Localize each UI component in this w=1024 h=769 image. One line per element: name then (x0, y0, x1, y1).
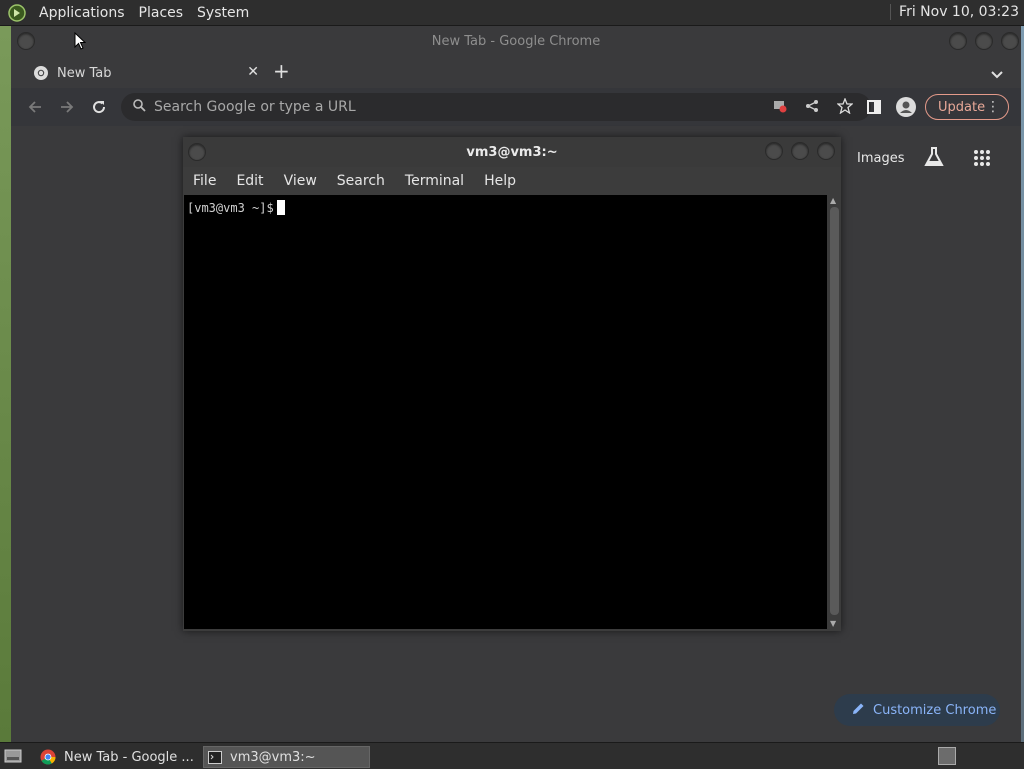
window-menu-button[interactable] (17, 32, 35, 50)
terminal-maximize-button[interactable] (791, 142, 809, 160)
distro-logo-icon[interactable] (6, 2, 28, 24)
share-icon[interactable] (805, 99, 819, 117)
text-cursor (276, 200, 285, 215)
taskbar-item-label: New Tab - Google ... (64, 749, 194, 765)
back-arrow-icon[interactable] (25, 97, 45, 117)
show-desktop-icon[interactable] (4, 748, 22, 764)
tab-label: New Tab (57, 65, 112, 81)
blocked-popup-icon[interactable] (773, 99, 787, 117)
customize-chrome-label: Customize Chrome (873, 702, 997, 718)
tab-strip: New Tab ✕ + (11, 56, 1021, 88)
terminal-title: vm3@vm3:~ (466, 144, 558, 160)
omnibox[interactable]: Search Google or type a URL (121, 93, 871, 121)
terminal-titlebar[interactable]: vm3@vm3:~ (183, 137, 841, 167)
chrome-logo-icon (40, 749, 56, 765)
terminal-minimize-button[interactable] (765, 142, 783, 160)
browser-toolbar: Search Google or type a URL Update ⋮ (11, 88, 1021, 126)
chrome-titlebar[interactable]: New Tab - Google Chrome (11, 26, 1021, 56)
bookmark-star-icon[interactable] (836, 97, 854, 118)
terminal-scrollbar[interactable]: ▲ ▼ (828, 195, 841, 629)
google-apps-grid-icon[interactable] (973, 149, 991, 171)
customize-chrome-button[interactable]: Customize Chrome (834, 694, 1000, 726)
desktop-background-left (0, 26, 11, 742)
terminal-screen[interactable]: [vm3@vm3 ~]$ (184, 195, 827, 629)
terminal-window: vm3@vm3:~ File Edit View Search Terminal… (183, 137, 841, 631)
update-button[interactable]: Update ⋮ (925, 94, 1009, 120)
terminal-icon (208, 750, 222, 764)
taskbar-item-terminal[interactable]: vm3@vm3:~ (203, 746, 370, 768)
tab-search-chevron-icon[interactable] (991, 64, 1003, 83)
tab-new-tab[interactable]: New Tab ✕ (23, 58, 259, 88)
terminal-prompt-line: [vm3@vm3 ~]$ (187, 200, 285, 215)
forward-arrow-icon[interactable] (57, 97, 77, 117)
terminal-menu-help[interactable]: Help (474, 173, 526, 189)
more-vert-icon[interactable]: ⋮ (986, 99, 1000, 115)
terminal-menu-file[interactable]: File (183, 173, 226, 189)
chrome-favicon-icon (33, 65, 49, 81)
terminal-close-button[interactable] (817, 142, 835, 160)
labs-flask-icon[interactable] (923, 146, 945, 172)
menu-places[interactable]: Places (132, 5, 191, 21)
maximize-button[interactable] (975, 32, 993, 50)
terminal-menu-view[interactable]: View (274, 173, 327, 189)
menu-applications[interactable]: Applications (32, 5, 132, 21)
taskbar-item-label: vm3@vm3:~ (230, 749, 316, 765)
bottom-panel: New Tab - Google ... vm3@vm3:~ (0, 742, 1024, 769)
chrome-window-title: New Tab - Google Chrome (431, 33, 601, 49)
menu-system[interactable]: System (190, 5, 256, 21)
update-label: Update (938, 99, 986, 115)
scroll-up-arrow-icon[interactable]: ▲ (830, 196, 836, 205)
scroll-down-arrow-icon[interactable]: ▼ (830, 619, 836, 628)
close-window-button[interactable] (1001, 32, 1019, 50)
omnibox-placeholder: Search Google or type a URL (154, 99, 356, 115)
terminal-menu-search[interactable]: Search (327, 173, 395, 189)
clock[interactable]: Fri Nov 10, 03:23 (890, 4, 1019, 20)
close-tab-icon[interactable]: ✕ (247, 64, 259, 80)
side-panel-icon[interactable] (864, 97, 884, 117)
terminal-window-menu-button[interactable] (188, 143, 206, 161)
taskbar-item-chrome[interactable]: New Tab - Google ... (36, 746, 196, 768)
profile-avatar-icon[interactable] (896, 97, 916, 117)
reload-icon[interactable] (89, 97, 109, 117)
terminal-menubar: File Edit View Search Terminal Help (183, 167, 841, 195)
new-tab-button[interactable]: + (273, 59, 290, 83)
mouse-pointer-icon (74, 31, 87, 54)
search-icon (133, 98, 146, 116)
shell-prompt: [vm3@vm3 ~]$ (187, 201, 274, 215)
terminal-menu-terminal[interactable]: Terminal (395, 173, 474, 189)
scrollbar-thumb[interactable] (830, 207, 839, 615)
minimize-button[interactable] (949, 32, 967, 50)
pencil-icon (852, 702, 865, 719)
terminal-menu-edit[interactable]: Edit (226, 173, 273, 189)
images-link[interactable]: Images (857, 151, 905, 166)
top-panel: Applications Places System Fri Nov 10, 0… (0, 0, 1024, 26)
workspace-switcher[interactable] (938, 747, 956, 765)
